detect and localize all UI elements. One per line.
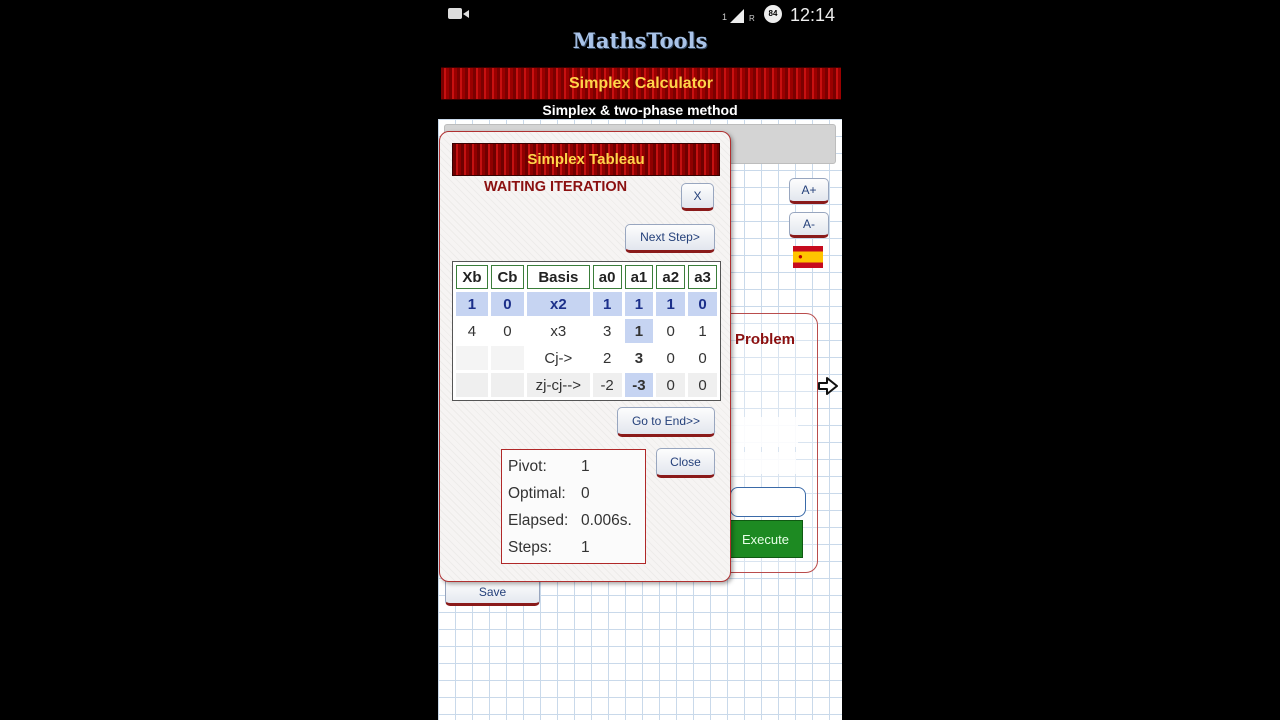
- table-cell: [456, 346, 488, 370]
- column-header: a2: [656, 265, 686, 289]
- table-cell: 4: [467, 322, 477, 340]
- table-cell: 3: [602, 322, 612, 340]
- steps-stat: Steps: 1: [508, 537, 639, 564]
- table-cell: 0: [503, 322, 512, 340]
- table-cell: 1: [698, 322, 707, 340]
- table-cell: -2: [592, 373, 622, 397]
- table-cell: x3: [550, 322, 567, 340]
- table-cell: [456, 373, 488, 397]
- iteration-status: WAITING ITERATION: [484, 179, 628, 195]
- table-cell: 0: [666, 322, 675, 340]
- column-header: a3: [688, 265, 717, 289]
- table-cell: [490, 373, 524, 397]
- table-header-row: Xb Cb Basis a0 a1 a2 a3: [456, 265, 717, 289]
- video-camera-icon: [448, 8, 469, 19]
- sim-indicator: 1: [722, 12, 728, 22]
- simplex-tableau-dialog: Simplex Tableau WAITING ITERATION X Next…: [439, 131, 731, 582]
- pivot-cell: -3: [624, 373, 654, 397]
- optimal-stat: Optimal: 0: [508, 483, 639, 510]
- font-decrease-button[interactable]: A-: [789, 212, 829, 238]
- table-cell: 1: [656, 292, 686, 316]
- clock: 12:14: [790, 5, 836, 25]
- dialog-title: Simplex Tableau: [452, 143, 720, 176]
- stat-value: 1: [581, 539, 590, 556]
- banner-title: Simplex Calculator: [568, 75, 714, 92]
- title-banner: Simplex Calculator: [441, 67, 841, 100]
- table-cell: 2: [592, 346, 622, 370]
- next-step-button[interactable]: Next Step>: [625, 224, 715, 253]
- stat-value: 0.006s.: [581, 512, 632, 529]
- screen: 1 R 84 12:14 MathsTools Simplex Calculat…: [0, 0, 1280, 720]
- battery-icon: 84: [764, 5, 782, 23]
- table-cell: 0: [688, 346, 717, 370]
- table-row: 4 0 x3 3 1 0 1: [456, 319, 717, 343]
- problem-label: Problem: [735, 331, 796, 348]
- table-cell: 0: [688, 292, 717, 316]
- app-logo: MathsTools: [572, 28, 708, 53]
- stats-box: Pivot: 1 Optimal: 0 Elapsed: 0.006s. Steps:…: [501, 449, 646, 564]
- column-header: Basis: [526, 265, 590, 289]
- table-cell: 0: [490, 292, 524, 316]
- column-header: a0: [592, 265, 622, 289]
- table-cell: x2: [526, 292, 590, 316]
- stat-label: Elapsed:: [508, 512, 569, 529]
- stat-value: 1: [581, 458, 590, 475]
- table-cell: Cj->: [526, 346, 590, 370]
- signal-icon: [730, 9, 744, 23]
- table-cell: 1: [624, 292, 654, 316]
- problem-input[interactable]: [730, 417, 798, 447]
- pivot-stat: Pivot: 1: [508, 456, 639, 483]
- table-cell: [490, 346, 524, 370]
- table-cell: 0: [688, 373, 717, 397]
- table-cell: zj-cj-->: [526, 373, 590, 397]
- table-row: 1 0 x2 1 1 1 0: [456, 292, 717, 316]
- problem-input-2[interactable]: [730, 452, 796, 474]
- arrow-right-icon[interactable]: [816, 374, 840, 398]
- roaming-indicator: R: [749, 14, 755, 23]
- save-button[interactable]: Save: [445, 580, 540, 606]
- table-cell: 1: [592, 292, 622, 316]
- status-bar: 1 R 84 12:14: [438, 0, 842, 30]
- table-cell: 0: [656, 346, 686, 370]
- column-header: Cb: [490, 265, 524, 289]
- column-header: Xb: [456, 265, 488, 289]
- stat-label: Optimal:: [508, 485, 566, 502]
- stat-label: Pivot:: [508, 458, 547, 475]
- phone-screen: 1 R 84 12:14 MathsTools Simplex Calculat…: [438, 0, 842, 720]
- table-cell: 1: [456, 292, 488, 316]
- problem-field[interactable]: [730, 487, 806, 517]
- pivot-cell: 1: [624, 319, 654, 343]
- table-row: Cj-> 2 3 0 0: [456, 346, 717, 370]
- stat-label: Steps:: [508, 539, 552, 556]
- spanish-flag-icon[interactable]: ●: [793, 246, 823, 268]
- simplex-table: Xb Cb Basis a0 a1 a2 a3 1 0 x2 1 1 1 0 4…: [452, 261, 721, 401]
- close-x-button[interactable]: X: [681, 183, 714, 211]
- close-button[interactable]: Close: [656, 448, 715, 478]
- stat-value: 0: [581, 485, 590, 502]
- execute-button[interactable]: Execute: [728, 520, 803, 558]
- table-row: zj-cj--> -2 -3 0 0: [456, 373, 717, 397]
- elapsed-stat: Elapsed: 0.006s.: [508, 510, 639, 537]
- font-increase-button[interactable]: A+: [789, 178, 829, 204]
- pivot-cell: 3: [624, 346, 654, 370]
- column-header: a1: [624, 265, 654, 289]
- table-cell: 0: [656, 373, 686, 397]
- page-subtitle: Simplex & two-phase method: [542, 102, 738, 118]
- go-to-end-button[interactable]: Go to End>>: [617, 407, 715, 437]
